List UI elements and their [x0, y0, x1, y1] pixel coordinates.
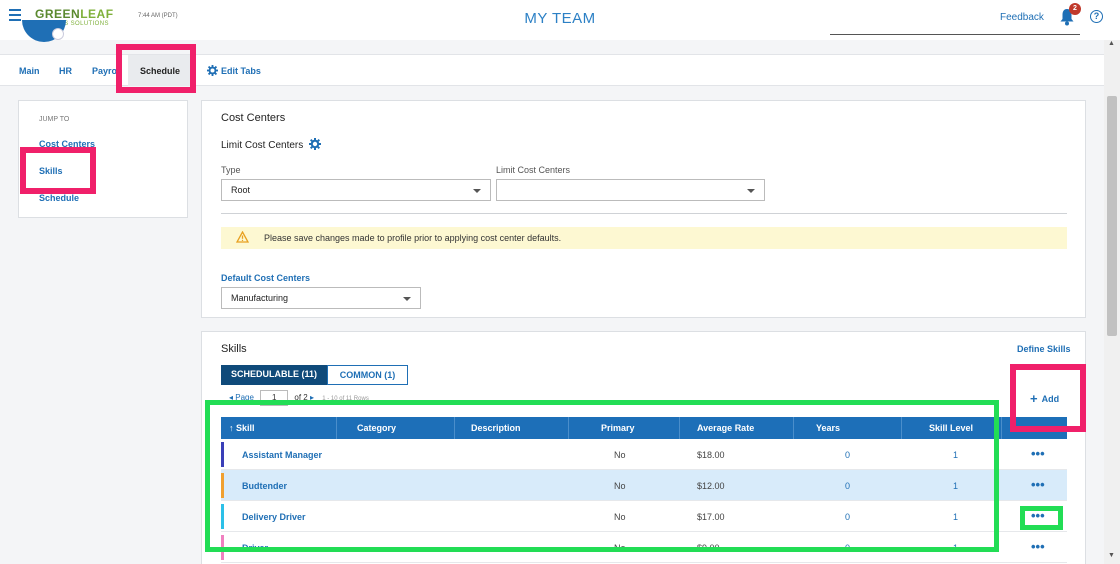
gear-icon: [207, 65, 218, 76]
avatar-edit-icon[interactable]: [52, 28, 64, 40]
cost-centers-card: Cost Centers Limit Cost Centers Type Roo…: [201, 100, 1086, 318]
help-icon[interactable]: ?: [1090, 10, 1103, 23]
cost-centers-title: Cost Centers: [221, 112, 286, 124]
scroll-down-arrow-icon[interactable]: ▼: [1108, 552, 1115, 559]
highlight-skills-table: [205, 400, 999, 552]
skills-title: Skills: [221, 343, 247, 355]
page-title: MY TEAM: [524, 10, 596, 27]
limit-cost-centers-select[interactable]: [496, 179, 765, 201]
define-skills-link[interactable]: Define Skills: [1017, 344, 1071, 354]
tab-common[interactable]: COMMON (1): [327, 365, 408, 385]
tab-main[interactable]: Main: [19, 66, 40, 76]
page-scrollbar[interactable]: ▲ ▼: [1104, 40, 1120, 564]
highlight-schedule-tab: [116, 44, 196, 93]
more-options-icon[interactable]: •••: [1031, 477, 1045, 492]
top-bar: GREENLEAF BUSINESS SOLUTIONS 7:44 AM (PD…: [0, 0, 1120, 40]
tab-schedulable[interactable]: SCHEDULABLE (11): [221, 365, 327, 385]
chevron-down-icon: [473, 189, 481, 193]
notification-badge: 2: [1069, 3, 1081, 15]
edit-tabs-button[interactable]: Edit Tabs: [207, 65, 261, 76]
more-options-icon[interactable]: •••: [1031, 446, 1045, 461]
highlight-add-button: [1010, 364, 1086, 432]
default-cost-centers-select[interactable]: Manufacturing: [221, 287, 421, 309]
limit-cost-centers-label: Limit Cost Centers: [496, 165, 571, 175]
limit-cost-centers-title: Limit Cost Centers: [221, 138, 322, 151]
type-label: Type: [221, 165, 241, 175]
chevron-down-icon: [403, 297, 411, 301]
highlight-more-options: [1020, 506, 1063, 530]
gear-icon: [309, 138, 322, 150]
section-divider: [221, 213, 1067, 214]
feedback-link[interactable]: Feedback: [1000, 12, 1044, 23]
default-cost-centers-label: Default Cost Centers: [221, 273, 311, 283]
warning-banner: Please save changes made to profile prio…: [221, 227, 1067, 249]
scroll-thumb[interactable]: [1107, 96, 1117, 336]
type-select[interactable]: Root: [221, 179, 491, 201]
tab-hr[interactable]: HR: [59, 66, 72, 76]
jump-to-title: JUMP TO: [39, 116, 70, 123]
jump-link-schedule[interactable]: Schedule: [39, 193, 79, 203]
chevron-down-icon: [747, 189, 755, 193]
warning-icon: [236, 231, 249, 243]
tab-payroll[interactable]: Payro: [92, 66, 117, 76]
scroll-up-arrow-icon[interactable]: ▲: [1108, 40, 1115, 47]
highlight-skills-link: [20, 147, 96, 194]
avatar[interactable]: [22, 20, 66, 44]
more-options-icon[interactable]: •••: [1031, 539, 1045, 554]
header-divider: [830, 34, 1080, 35]
